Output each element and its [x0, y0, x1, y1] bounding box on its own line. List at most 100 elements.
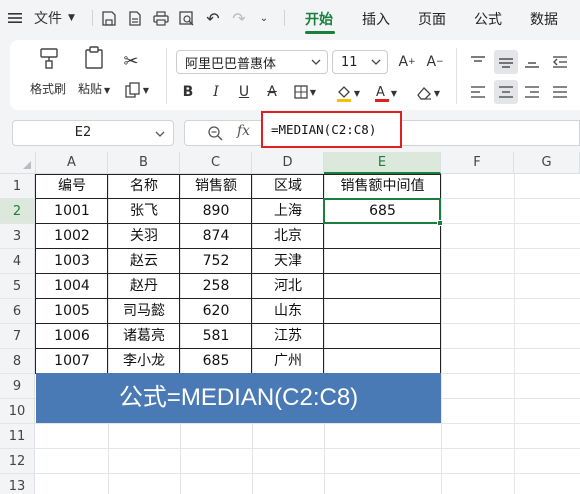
- table-cell[interactable]: 890: [180, 199, 252, 224]
- table-cell[interactable]: [324, 224, 441, 249]
- align-bottom-icon[interactable]: [522, 52, 542, 72]
- table-cell[interactable]: [324, 249, 441, 274]
- table-cell[interactable]: 赵丹: [108, 274, 180, 299]
- table-cell[interactable]: 李小龙: [108, 349, 180, 374]
- table-header-cell[interactable]: 销售额: [180, 174, 252, 199]
- paste-icon[interactable]: [82, 46, 106, 70]
- print-preview-icon[interactable]: [179, 8, 195, 28]
- align-right-icon[interactable]: [522, 82, 542, 102]
- table-cell[interactable]: [324, 299, 441, 324]
- copy-button[interactable]: ▼: [122, 80, 152, 100]
- zoom-icon[interactable]: [207, 125, 223, 145]
- format-painter-icon[interactable]: [37, 46, 61, 70]
- row-header-12[interactable]: 12: [0, 449, 35, 474]
- cut-icon[interactable]: ✂: [120, 50, 142, 72]
- fill-handle[interactable]: [437, 220, 443, 226]
- tab-formulas[interactable]: 公式: [474, 9, 502, 29]
- table-cell[interactable]: 上海: [252, 199, 324, 224]
- select-all-corner[interactable]: [0, 152, 36, 174]
- table-cell[interactable]: 1006: [36, 324, 108, 349]
- tab-page[interactable]: 页面: [418, 9, 446, 29]
- table-cell[interactable]: 620: [180, 299, 252, 324]
- print-icon[interactable]: [153, 8, 169, 28]
- row-header-2[interactable]: 2: [0, 199, 35, 224]
- table-cell[interactable]: 1007: [36, 349, 108, 374]
- chevron-down-icon[interactable]: [155, 128, 165, 143]
- table-cell[interactable]: 张飞: [108, 199, 180, 224]
- underline-icon[interactable]: U: [234, 82, 254, 102]
- column-header-c[interactable]: C: [180, 152, 252, 174]
- row-header-8[interactable]: 8: [0, 349, 35, 374]
- formula-highlight-box[interactable]: =MEDIAN(C2:C8): [261, 111, 402, 148]
- borders-button[interactable]: ▼: [290, 82, 320, 102]
- align-middle-icon[interactable]: [494, 50, 518, 74]
- row-header-4[interactable]: 4: [0, 249, 35, 274]
- tab-data[interactable]: 数据: [530, 9, 558, 29]
- file-menu[interactable]: 文件 ▼: [34, 8, 84, 28]
- row-header-11[interactable]: 11: [0, 424, 35, 449]
- undo-icon[interactable]: ↶: [205, 8, 221, 28]
- table-cell[interactable]: 1004: [36, 274, 108, 299]
- spreadsheet-grid[interactable]: ABCDEFG 1 2 3 4 5 6 7 8 9 10 11 12 13 编号 名称 销售额 区域 销售额中间…: [0, 152, 580, 494]
- table-header-cell[interactable]: 编号: [36, 174, 108, 199]
- row-header-3[interactable]: 3: [0, 224, 35, 249]
- table-cell[interactable]: 赵云: [108, 249, 180, 274]
- font-size-select[interactable]: 11: [332, 50, 388, 74]
- column-header-a[interactable]: A: [36, 152, 108, 174]
- row-header-5[interactable]: 5: [0, 274, 35, 299]
- column-header-d[interactable]: D: [252, 152, 324, 174]
- clear-format-button[interactable]: ▼: [412, 82, 444, 104]
- table-cell[interactable]: 关羽: [108, 224, 180, 249]
- table-cell[interactable]: 1002: [36, 224, 108, 249]
- tab-home[interactable]: 开始: [305, 9, 333, 29]
- column-header-e[interactable]: E: [324, 152, 441, 174]
- align-top-icon[interactable]: [468, 52, 488, 72]
- table-cell[interactable]: 司马懿: [108, 299, 180, 324]
- table-cell[interactable]: [324, 274, 441, 299]
- table-header-cell[interactable]: 名称: [108, 174, 180, 199]
- table-cell[interactable]: 诸葛亮: [108, 324, 180, 349]
- font-color-button[interactable]: A ▼: [370, 82, 402, 104]
- font-family-select[interactable]: 阿里巴巴普惠体: [176, 50, 328, 74]
- table-cell[interactable]: 685: [180, 349, 252, 374]
- paste-button[interactable]: 粘贴 ▼: [78, 80, 110, 97]
- fill-color-button[interactable]: ▼: [332, 82, 364, 104]
- format-painter-button[interactable]: 格式刷: [30, 80, 66, 97]
- decrease-font-size-icon[interactable]: A −: [424, 52, 446, 72]
- table-cell[interactable]: [324, 324, 441, 349]
- table-cell[interactable]: 1001: [36, 199, 108, 224]
- table-cell[interactable]: [324, 349, 441, 374]
- column-header-b[interactable]: B: [108, 152, 180, 174]
- increase-font-size-icon[interactable]: A +: [396, 52, 418, 72]
- row-header-1[interactable]: 1: [0, 174, 35, 199]
- table-cell[interactable]: 山东: [252, 299, 324, 324]
- table-cell[interactable]: 874: [180, 224, 252, 249]
- save-icon[interactable]: [101, 8, 117, 28]
- redo-icon[interactable]: ↷: [231, 8, 247, 28]
- table-cell[interactable]: 河北: [252, 274, 324, 299]
- table-cell[interactable]: 581: [180, 324, 252, 349]
- row-header-6[interactable]: 6: [0, 299, 35, 324]
- more-chevron-icon[interactable]: ⌄: [257, 8, 271, 28]
- decrease-indent-icon[interactable]: [550, 52, 570, 72]
- strikethrough-icon[interactable]: A: [262, 82, 282, 102]
- align-left-icon[interactable]: [468, 82, 488, 102]
- hamburger-icon[interactable]: [8, 8, 22, 28]
- table-cell[interactable]: 北京: [252, 224, 324, 249]
- export-pdf-icon[interactable]: [127, 8, 143, 28]
- row-header-7[interactable]: 7: [0, 324, 35, 349]
- table-header-cell[interactable]: 区域: [252, 174, 324, 199]
- align-center-icon[interactable]: [494, 80, 518, 104]
- table-header-cell[interactable]: 销售额中间值: [324, 174, 441, 199]
- table-cell[interactable]: 258: [180, 274, 252, 299]
- column-header-f[interactable]: F: [441, 152, 514, 174]
- justify-icon[interactable]: [550, 82, 570, 102]
- table-cell[interactable]: 广州: [252, 349, 324, 374]
- row-header-9[interactable]: 9: [0, 374, 35, 399]
- row-header-10[interactable]: 10: [0, 399, 35, 424]
- bold-icon[interactable]: B: [178, 82, 198, 102]
- fx-icon[interactable]: fx: [237, 123, 250, 139]
- name-box[interactable]: E2: [12, 120, 174, 146]
- table-cell[interactable]: 天津: [252, 249, 324, 274]
- table-cell[interactable]: 1005: [36, 299, 108, 324]
